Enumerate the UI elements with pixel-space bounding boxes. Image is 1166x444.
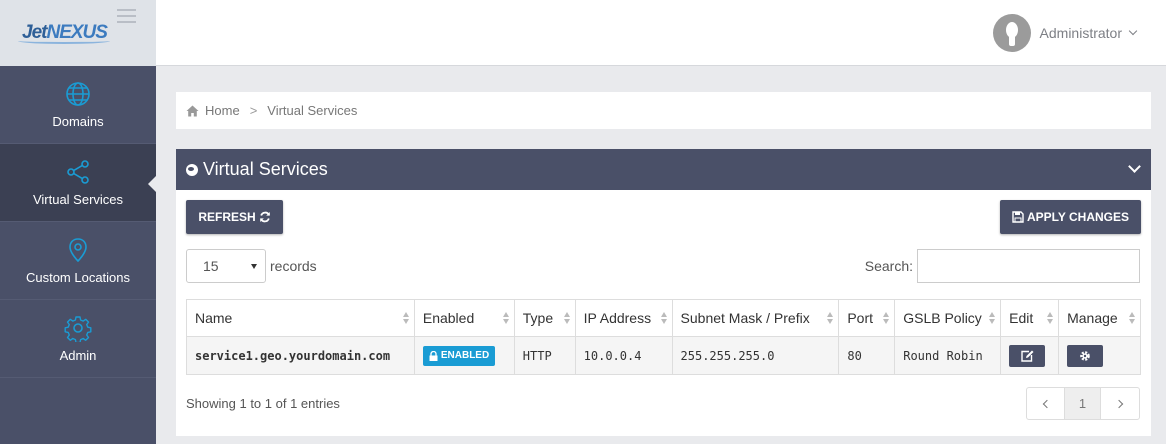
enabled-badge[interactable]: ENABLED (422, 345, 496, 366)
chevron-left-icon (1042, 399, 1052, 408)
panel-title: Virtual Services (203, 159, 328, 179)
page-button-1[interactable]: 1 (1065, 388, 1101, 419)
apply-changes-button[interactable]: APPLY CHANGES (1000, 200, 1141, 234)
manage-button[interactable] (1067, 344, 1104, 367)
cell-policy: Round Robin (894, 336, 1002, 375)
chevron-down-icon (1128, 26, 1138, 36)
logo-swoosh (18, 38, 110, 44)
cell-subnet: 255.255.255.0 (671, 336, 840, 375)
sidebar-item-label: Admin (59, 348, 97, 363)
share-icon (64, 158, 92, 186)
cell-edit (1000, 336, 1060, 375)
user-name: Administrator (1039, 25, 1122, 41)
breadcrumb-home[interactable]: Home (205, 103, 240, 118)
save-icon (1012, 211, 1024, 223)
edit-button[interactable] (1009, 344, 1046, 367)
edit-icon (1020, 350, 1034, 362)
column-header-ip-address[interactable]: IP Address (574, 299, 673, 337)
sort-icon (660, 312, 667, 324)
sidebar-item-admin[interactable]: Admin (0, 300, 156, 378)
sort-icon (989, 312, 996, 324)
search-label: Search: (864, 258, 913, 274)
virtual-services-table: Name Enabled Type IP Address Subnet Mask… (186, 299, 1141, 375)
column-header-enabled[interactable]: Enabled (413, 299, 515, 337)
cell-manage (1058, 336, 1141, 375)
column-header-name[interactable]: Name (186, 299, 415, 337)
gear-icon (1080, 350, 1090, 361)
chevron-down-icon[interactable] (1128, 160, 1141, 173)
sidebar-item-custom-locations[interactable]: Custom Locations (0, 222, 156, 300)
records-control: 15 records (186, 249, 317, 283)
breadcrumb-separator: > (249, 103, 258, 118)
panel-header: Virtual Services (176, 149, 1151, 190)
sort-icon (1129, 312, 1135, 324)
cell-enabled: ENABLED (413, 336, 515, 375)
top-bar: JetNEXUS Administrator (0, 0, 1166, 66)
sidebar-item-domains[interactable]: Domains (0, 66, 156, 144)
records-label: records (270, 258, 317, 274)
gear-icon (64, 314, 92, 344)
column-header-manage[interactable]: Manage (1058, 299, 1141, 337)
column-header-edit[interactable]: Edit (1000, 299, 1060, 337)
user-menu[interactable]: Administrator (992, 13, 1138, 53)
sidebar: Domains Virtual Services Custom Location… (0, 66, 156, 444)
cell-port: 80 (838, 336, 896, 375)
lock-icon (429, 350, 438, 361)
column-header-gslb-policy[interactable]: GSLB Policy (894, 299, 1002, 337)
sort-icon (827, 312, 834, 324)
column-header-type[interactable]: Type (513, 299, 576, 337)
search-control: Search: (865, 249, 1140, 283)
home-icon (186, 105, 199, 116)
sidebar-item-label: Virtual Services (32, 192, 124, 207)
chevron-right-icon (1114, 399, 1123, 408)
search-input[interactable] (917, 249, 1140, 283)
next-page-button[interactable] (1101, 388, 1139, 419)
location-pin-icon (64, 236, 92, 264)
previous-page-button[interactable] (1027, 388, 1065, 419)
hamburger-menu-icon[interactable] (117, 9, 136, 25)
sidebar-item-label: Domains (52, 114, 104, 129)
virtual-services-panel: Virtual Services REFRESH APPLY CHANGES 1… (176, 149, 1151, 436)
sort-icon (402, 312, 409, 324)
records-per-page-select[interactable]: 15 (186, 249, 266, 283)
sidebar-item-virtual-services[interactable]: Virtual Services (0, 144, 156, 222)
sidebar-item-label: Custom Locations (25, 270, 131, 285)
table-row: service1.geo.yourdomain.com ENABLED HTTP… (186, 336, 1141, 375)
cell-name: service1.geo.yourdomain.com (186, 336, 415, 375)
caret-down-icon (251, 264, 257, 269)
cell-type: HTTP (513, 336, 576, 375)
logo-area: JetNEXUS (0, 0, 156, 66)
globe-icon (64, 80, 92, 108)
entries-info: Showing 1 to 1 of 1 entries (186, 396, 340, 411)
sort-icon (502, 312, 509, 324)
refresh-icon (259, 211, 270, 223)
column-header-subnet[interactable]: Subnet Mask / Prefix (671, 299, 840, 337)
column-header-port[interactable]: Port (838, 299, 896, 337)
breadcrumb: Home > Virtual Services (176, 92, 1151, 129)
sort-icon (1047, 312, 1054, 324)
pagination: 1 (1026, 387, 1140, 420)
table-header-row: Name Enabled Type IP Address Subnet Mask… (186, 299, 1141, 337)
sort-icon (883, 312, 890, 324)
cell-ip: 10.0.0.4 (574, 336, 673, 375)
sort-icon (563, 312, 570, 324)
refresh-button[interactable]: REFRESH (186, 200, 283, 234)
avatar (992, 14, 1031, 52)
breadcrumb-current: Virtual Services (267, 103, 358, 118)
globe-icon (186, 163, 198, 176)
